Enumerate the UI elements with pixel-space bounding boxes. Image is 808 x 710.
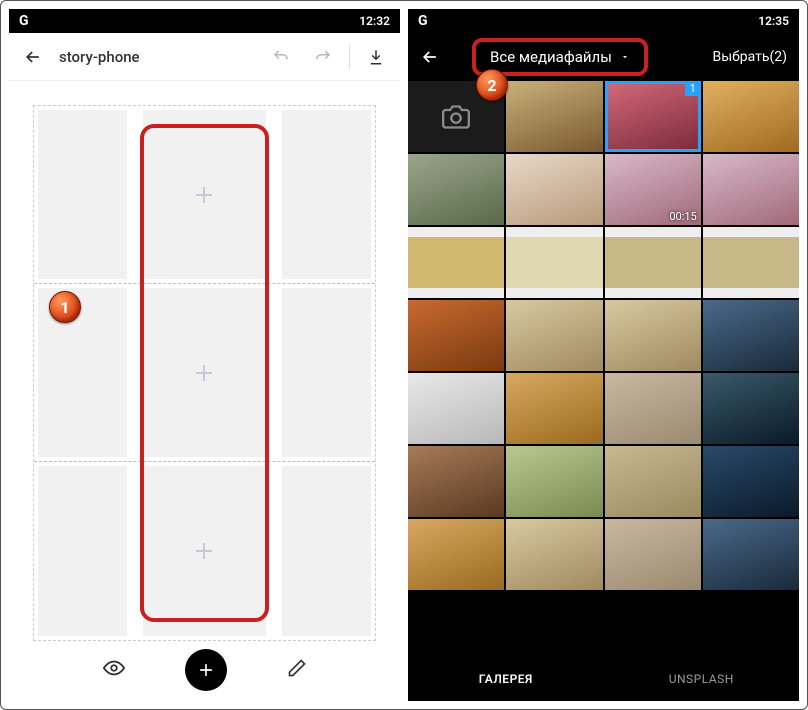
media-thumb[interactable] — [605, 227, 701, 298]
placeholder-cell[interactable] — [282, 466, 371, 636]
editor-toolbar: story-phone — [9, 33, 400, 81]
media-thumb[interactable] — [506, 81, 602, 152]
download-icon[interactable] — [360, 41, 392, 73]
annotation-marker-1: 1 — [49, 291, 81, 323]
tab-unsplash[interactable]: UNSPLASH — [604, 657, 800, 701]
picker-toolbar: Все медиафайлы Выбрать(2) 2 — [408, 33, 799, 81]
media-thumb[interactable] — [605, 519, 701, 590]
media-thumb[interactable] — [703, 519, 799, 590]
media-thumb[interactable] — [703, 154, 799, 225]
media-thumb[interactable] — [506, 154, 602, 225]
placeholder-cell[interactable] — [143, 466, 266, 636]
media-thumb[interactable] — [506, 300, 602, 371]
clock: 12:32 — [359, 14, 390, 28]
media-thumb[interactable] — [703, 446, 799, 517]
clock: 12:35 — [758, 14, 789, 28]
media-picker-screen: G 12:35 Все медиафайлы Выбрать(2) 2 1 00… — [408, 9, 799, 701]
placeholder-cell[interactable] — [282, 110, 371, 279]
plus-icon — [196, 543, 212, 559]
select-button[interactable]: Выбрать(2) — [707, 49, 793, 65]
placeholder-cell[interactable] — [38, 466, 127, 636]
back-arrow-icon[interactable] — [414, 41, 446, 73]
media-thumb[interactable] — [605, 373, 701, 444]
media-thumb[interactable] — [408, 227, 504, 298]
project-title: story-phone — [59, 48, 140, 66]
template-row — [34, 106, 375, 284]
plus-icon — [196, 187, 212, 203]
story-canvas[interactable] — [33, 105, 376, 641]
redo-icon[interactable] — [307, 41, 339, 73]
editor-bottom-bar — [9, 645, 400, 695]
media-thumb[interactable] — [605, 300, 701, 371]
media-thumb[interactable] — [408, 519, 504, 590]
google-logo: G — [418, 13, 428, 29]
editor-screen: G 12:32 story-phone — [9, 9, 400, 701]
canvas-area: 1 — [9, 81, 400, 701]
media-thumb[interactable]: 1 — [605, 81, 701, 152]
media-thumb[interactable] — [408, 373, 504, 444]
placeholder-cell[interactable] — [38, 110, 127, 279]
media-thumb[interactable] — [703, 373, 799, 444]
selection-badge: 1 — [685, 81, 701, 96]
media-thumb[interactable] — [506, 373, 602, 444]
status-bar: G 12:35 — [408, 9, 799, 33]
chevron-down-icon — [620, 48, 630, 66]
media-thumb[interactable] — [506, 446, 602, 517]
add-button[interactable] — [185, 649, 227, 691]
media-thumb[interactable] — [605, 446, 701, 517]
plus-icon — [196, 365, 212, 381]
undo-icon[interactable] — [265, 41, 297, 73]
status-bar: G 12:32 — [9, 9, 400, 33]
media-grid: 1 00:15 — [408, 81, 799, 657]
media-thumb[interactable] — [703, 300, 799, 371]
media-thumb[interactable] — [408, 446, 504, 517]
media-thumb[interactable]: 00:15 — [605, 154, 701, 225]
back-arrow-icon[interactable] — [17, 41, 49, 73]
media-thumb[interactable] — [703, 227, 799, 298]
video-duration: 00:15 — [669, 210, 696, 223]
media-thumb[interactable] — [703, 81, 799, 152]
annotation-marker-2: 2 — [476, 69, 508, 101]
picker-tabs: ГАЛЕРЕЯ UNSPLASH — [408, 657, 799, 701]
template-row — [34, 284, 375, 462]
preview-icon[interactable] — [103, 657, 125, 684]
placeholder-cell[interactable] — [143, 288, 266, 457]
template-row — [34, 462, 375, 640]
placeholder-cell[interactable] — [282, 288, 371, 457]
toolbar-divider — [349, 45, 350, 69]
dropdown-label: Все медиафайлы — [490, 48, 612, 66]
media-thumb[interactable] — [506, 227, 602, 298]
placeholder-cell[interactable] — [143, 110, 266, 279]
media-thumb[interactable] — [408, 154, 504, 225]
google-logo: G — [19, 13, 29, 29]
media-thumb[interactable] — [506, 519, 602, 590]
media-thumb[interactable] — [408, 300, 504, 371]
tab-gallery[interactable]: ГАЛЕРЕЯ — [408, 657, 604, 701]
edit-icon[interactable] — [287, 658, 307, 683]
